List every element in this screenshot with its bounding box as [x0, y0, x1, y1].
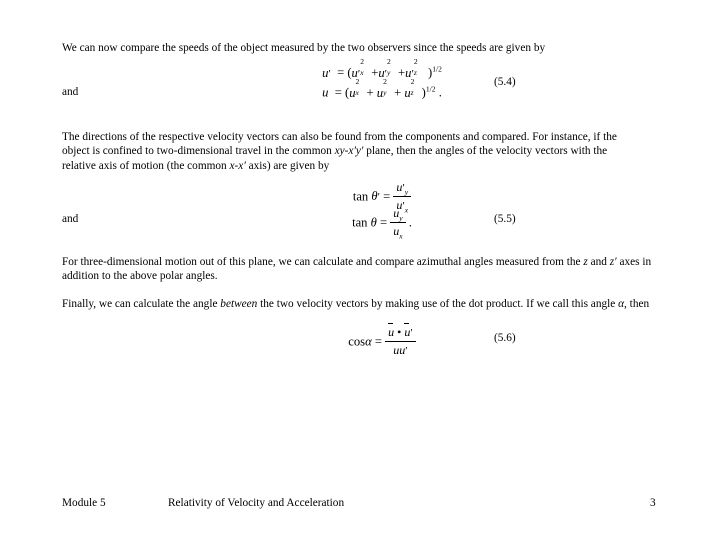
equation-speed-unprimed: u = (u 2 x + u 2 y + u 2 z)1/2 .	[262, 77, 502, 102]
prime-mark-icon: ′	[328, 68, 331, 80]
exponent-one-half: 1/2	[432, 64, 442, 74]
directions-line2c: plane, then the angles of the velocity v…	[363, 145, 608, 158]
fraction-tan: uy ux	[390, 206, 406, 241]
document-page: We can now compare the speeds of the obj…	[0, 0, 720, 540]
trailing-period-1: .	[435, 86, 442, 100]
vector-u-primed: u	[404, 322, 411, 339]
equation-speed-unprimed-expression: u = (u 2 x + u 2 y + u 2 z)1/2 .	[322, 77, 442, 100]
footer-module: Module 5	[62, 497, 106, 509]
three-dim-text-c: and	[587, 256, 610, 268]
paragraph-three-dimensional: For three-dimensional motion out of this…	[62, 255, 680, 284]
left-paren: (	[347, 66, 352, 80]
theta-primed: θ′	[371, 189, 380, 204]
fraction-cos-alpha: u • u′ uu′	[385, 322, 416, 358]
finally-text-c: the two velocity vectors by making use o…	[257, 298, 619, 310]
connector-and-2: and	[62, 213, 79, 225]
footer-page-number: 3	[650, 497, 656, 509]
term-ux: u2x	[349, 77, 360, 100]
tan-operator-primed: tan	[352, 189, 369, 204]
vector-u: u	[388, 322, 395, 339]
fraction-numerator-dot-product: u • u′	[385, 322, 416, 342]
cos-operator: cos	[348, 334, 366, 349]
term-uy: u2y	[376, 77, 387, 100]
math-u: u	[322, 86, 329, 100]
equation-cos-alpha: cosα = u • u′ uu′	[262, 322, 502, 359]
directions-axis-x: x-x′	[229, 159, 246, 172]
emphasis-between: between	[220, 298, 258, 310]
equation-speed-primed: u′ = (u′ 2 x +u′ 2 y +u′ 2 z )1/2	[262, 57, 502, 82]
trailing-period-2: .	[405, 215, 412, 230]
equals-sign: =	[333, 66, 348, 80]
equation-speed-primed-expression: u′ = (u′ 2 x +u′ 2 y +u′ 2 z )1/2	[322, 57, 442, 80]
paragraph-intro: We can now compare the speeds of the obj…	[62, 41, 680, 55]
finally-text-a: Finally, we can calculate the angle	[62, 298, 221, 310]
directions-axes-xy: xy-x′y′	[334, 145, 364, 158]
connector-and-1: and	[62, 86, 79, 98]
math-u-primed: u′	[322, 66, 331, 80]
axis-z-primed: z′	[609, 256, 617, 268]
term-uz-primed: u′ 2 z	[405, 57, 418, 80]
three-dim-text-a: For three-dimensional motion out of this…	[62, 256, 584, 268]
finally-text-e: , then	[624, 298, 650, 310]
directions-line1: The directions of the respective velocit…	[62, 131, 617, 143]
paragraph-intro-text: We can now compare the speeds of the obj…	[62, 42, 546, 54]
equation-cos-alpha-expression: cosα = u • u′ uu′	[348, 322, 416, 359]
equation-tan-unprimed-expression: tan θ = uy ux .	[352, 205, 412, 241]
fraction-denominator-ux: ux	[393, 223, 403, 241]
term-ux-primed: u′ 2 x	[351, 57, 365, 80]
fraction-numerator-uy-primed: u′y	[393, 180, 412, 197]
equation-tan-unprimed: tan θ = uy ux .	[262, 205, 502, 241]
alpha-symbol: α	[365, 334, 372, 349]
fraction-denominator-uu-primed: uu′	[393, 342, 408, 357]
paragraph-finally: Finally, we can calculate the angle betw…	[62, 297, 680, 311]
directions-line3a: relative axis of motion (the common	[62, 159, 230, 172]
term-uy-primed: u′ 2 y	[378, 57, 391, 80]
term-uz: u2z	[404, 77, 415, 100]
directions-line3c: axis) are given by	[245, 159, 330, 172]
fraction-numerator-uy: uy	[390, 206, 406, 223]
tan-operator: tan	[352, 215, 368, 230]
footer-title: Relativity of Velocity and Acceleration	[168, 497, 345, 509]
paragraph-directions: The directions of the respective velocit…	[62, 130, 680, 173]
dot-product-icon: •	[394, 324, 405, 339]
directions-line2a: object is confined to two-dimensional tr…	[62, 145, 335, 158]
